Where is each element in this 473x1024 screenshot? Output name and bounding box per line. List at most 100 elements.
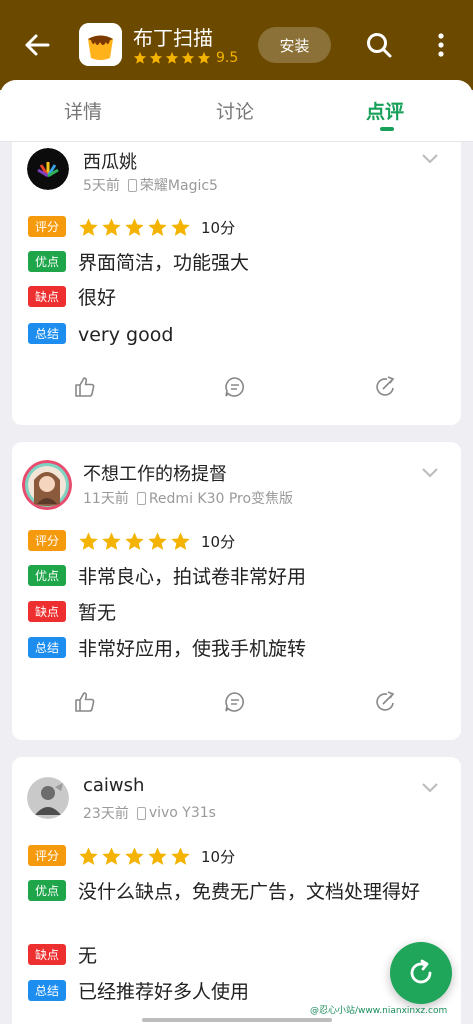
summary-tag: 总结	[28, 980, 66, 1001]
device-name: 荣耀Magic5	[139, 178, 218, 194]
chevron-down-icon[interactable]	[420, 152, 440, 166]
summary-text: 非常好应用，使我手机旋转	[78, 638, 307, 660]
thumb-up-icon[interactable]	[73, 375, 97, 399]
score-row: 评分 10分	[28, 213, 235, 241]
star-icon	[133, 51, 147, 64]
home-indicator[interactable]	[142, 1018, 332, 1022]
tab-details[interactable]: 详情	[64, 97, 102, 124]
cons-text: 暂无	[78, 602, 117, 624]
review-time: 11天前	[83, 491, 129, 507]
arrow-left-icon[interactable]	[22, 30, 52, 60]
user-name[interactable]: 不想工作的杨提督	[83, 460, 227, 486]
review-stars: 10分	[78, 842, 235, 870]
cons-row: 缺点 暂无	[28, 598, 423, 628]
review-stars: 10分	[78, 213, 235, 241]
refresh-button[interactable]	[390, 942, 452, 1004]
phone-icon	[127, 178, 137, 192]
user-name[interactable]: caiwsh	[83, 775, 144, 796]
star-icon	[181, 51, 195, 64]
chevron-down-icon[interactable]	[420, 466, 440, 480]
pros-tag: 优点	[28, 880, 66, 901]
review-card: 西瓜姚 5天前 荣耀Magic5 评分 10分 优点 界面简洁，功能强大 缺点 …	[12, 142, 461, 425]
share-icon[interactable]	[373, 690, 397, 714]
review-time: 23天前	[83, 806, 129, 822]
share-icon[interactable]	[373, 375, 397, 399]
summary-tag: 总结	[28, 323, 66, 344]
star-icon	[148, 217, 167, 236]
star-icon	[102, 217, 121, 236]
summary-text: very good	[78, 324, 174, 346]
pros-tag: 优点	[28, 565, 66, 586]
search-icon[interactable]	[365, 31, 393, 59]
thumb-up-icon[interactable]	[73, 690, 97, 714]
comment-icon[interactable]	[223, 690, 247, 714]
avatar[interactable]	[27, 777, 69, 819]
summary-tag: 总结	[28, 637, 66, 658]
avatar[interactable]	[22, 460, 72, 510]
cons-tag: 缺点	[28, 286, 66, 307]
pros-row: 优点 界面简洁，功能强大	[28, 248, 423, 278]
review-stars: 10分	[78, 527, 235, 555]
review-card: 不想工作的杨提督 11天前 Redmi K30 Pro变焦版 评分 10分 优点…	[12, 442, 461, 740]
star-icon	[197, 51, 211, 64]
app-name: 布丁扫描	[133, 26, 213, 50]
refresh-icon	[410, 959, 432, 984]
star-icon	[125, 217, 144, 236]
score-tag: 评分	[28, 530, 66, 551]
cons-tag: 缺点	[28, 601, 66, 622]
device-name: vivo Y31s	[148, 805, 216, 821]
star-icon	[171, 217, 190, 236]
cons-row: 缺点 很好	[28, 283, 423, 313]
star-icon	[148, 846, 167, 865]
score-row: 评分 10分	[28, 842, 235, 870]
avatar[interactable]	[27, 148, 69, 190]
score-value: 10分	[201, 847, 236, 866]
user-name[interactable]: 西瓜姚	[83, 148, 137, 174]
cons-tag: 缺点	[28, 944, 66, 965]
app-rating: 9.5	[133, 49, 238, 67]
star-icon	[79, 217, 98, 236]
tab-bar: 详情 讨论 点评	[0, 80, 473, 142]
score-value: 10分	[201, 218, 236, 237]
score-row: 评分 10分	[28, 527, 235, 555]
pros-text: 没什么缺点，免费无广告，文档处理得好	[78, 881, 421, 903]
install-button[interactable]: 安装	[258, 27, 331, 63]
pros-text: 界面简洁，功能强大	[78, 252, 250, 274]
device-name: Redmi K30 Pro变焦版	[148, 491, 294, 507]
cons-text: 无	[78, 945, 98, 967]
chevron-down-icon[interactable]	[420, 781, 440, 795]
tab-discussion[interactable]: 讨论	[216, 97, 254, 124]
star-icon	[102, 846, 121, 865]
score-tag: 评分	[28, 845, 66, 866]
summary-row: 总结 very good	[28, 320, 423, 350]
star-icon	[125, 846, 144, 865]
star-icon	[79, 531, 98, 550]
star-icon	[171, 531, 190, 550]
star-icon	[171, 846, 190, 865]
tab-reviews[interactable]: 点评	[366, 97, 404, 124]
star-icon	[165, 51, 179, 64]
tab-indicator	[380, 127, 394, 131]
phone-icon	[136, 491, 146, 505]
comment-icon[interactable]	[223, 375, 247, 399]
summary-row: 总结 非常好应用，使我手机旋转	[28, 634, 423, 664]
more-vertical-icon[interactable]	[431, 31, 451, 59]
phone-icon	[136, 806, 146, 820]
pros-row: 优点 非常良心，拍试卷非常好用	[28, 562, 423, 592]
watermark: @忍心小站/www.nianxinxz.com	[310, 1006, 448, 1016]
score-tag: 评分	[28, 216, 66, 237]
cons-row: 缺点 无	[28, 941, 423, 971]
star-icon	[125, 531, 144, 550]
star-icon	[149, 51, 163, 64]
star-icon	[79, 846, 98, 865]
star-icon	[102, 531, 121, 550]
review-time: 5天前	[83, 178, 120, 194]
cons-text: 很好	[78, 287, 117, 309]
app-icon	[79, 23, 122, 66]
review-meta: 11天前 Redmi K30 Pro变焦版	[83, 488, 293, 508]
pros-text: 非常良心，拍试卷非常好用	[78, 566, 307, 588]
review-meta: 5天前 荣耀Magic5	[83, 175, 218, 195]
rating-score: 9.5	[216, 50, 239, 66]
star-icon	[148, 531, 167, 550]
review-meta: 23天前 vivo Y31s	[83, 803, 216, 823]
